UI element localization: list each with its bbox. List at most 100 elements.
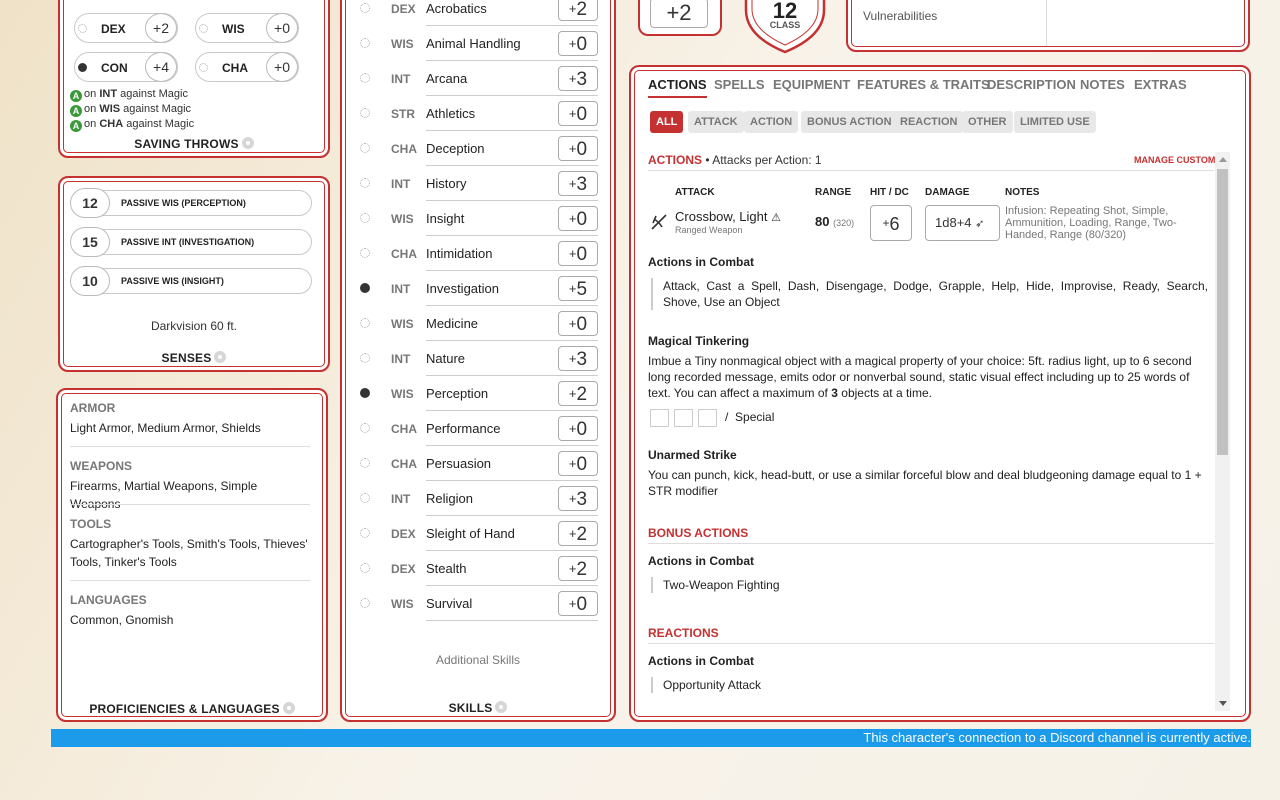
skill-value: 0 — [576, 419, 588, 440]
skill-modifier-box[interactable]: +0 — [558, 31, 598, 56]
skill-row-sleight-of-hand[interactable]: DEX Sleight of Hand +2 — [358, 516, 598, 551]
use-checkbox-2[interactable] — [674, 409, 693, 427]
unarmed-strike-heading[interactable]: Unarmed Strike — [648, 448, 737, 462]
skill-row-perception[interactable]: WIS Perception +2 — [358, 376, 598, 411]
hit-button[interactable]: +6 — [870, 205, 912, 241]
scroll-down-arrow[interactable] — [1219, 701, 1227, 706]
skill-ability: DEX — [391, 562, 416, 576]
save-dex[interactable]: DEX +2 — [74, 13, 178, 43]
skill-row-insight[interactable]: WIS Insight +0 — [358, 201, 598, 236]
uses-label: / Special — [725, 410, 774, 424]
filter-bonus-action[interactable]: BONUS ACTION — [801, 111, 898, 133]
skill-modifier-box[interactable]: +3 — [558, 486, 598, 511]
save-cha[interactable]: CHA +0 — [195, 52, 299, 82]
skill-name: Athletics — [426, 106, 476, 121]
save-dex-prof-dot — [78, 24, 87, 33]
skill-modifier-box[interactable]: +2 — [558, 0, 598, 21]
filter-all[interactable]: ALL — [650, 111, 684, 133]
saving-throws-title[interactable]: SAVING THROWS — [58, 137, 330, 151]
skill-modifier-box[interactable]: +0 — [558, 451, 598, 476]
tab-spells[interactable]: SPELLS — [714, 77, 765, 92]
proficiencies-title[interactable]: PROFICIENCIES & LANGUAGES — [56, 702, 328, 716]
skill-row-religion[interactable]: INT Religion +3 — [358, 481, 598, 516]
gear-icon[interactable] — [282, 702, 295, 714]
divider — [648, 543, 1214, 544]
skill-name: Intimidation — [426, 246, 493, 261]
skill-modifier-box[interactable]: +0 — [558, 416, 598, 441]
additional-skills-link[interactable]: Additional Skills — [340, 653, 616, 667]
skill-row-arcana[interactable]: INT Arcana +3 — [358, 61, 598, 96]
tab-description[interactable]: DESCRIPTION — [987, 77, 1076, 92]
skill-modifier-box[interactable]: +0 — [558, 206, 598, 231]
skill-row-stealth[interactable]: DEX Stealth +2 — [358, 551, 598, 586]
damage-button[interactable]: 1d8+4 ➶ — [925, 205, 1000, 241]
skill-proficiency-dot — [360, 528, 370, 538]
skill-row-survival[interactable]: WIS Survival +0 — [358, 586, 598, 621]
tab-equipment[interactable]: EQUIPMENT — [773, 77, 850, 92]
skills-title[interactable]: SKILLS — [340, 701, 616, 715]
skill-modifier-box[interactable]: +0 — [558, 136, 598, 161]
skill-modifier-box[interactable]: +2 — [558, 556, 598, 581]
use-checkbox-1[interactable] — [650, 409, 669, 427]
skill-modifier-box[interactable]: +0 — [558, 591, 598, 616]
skill-sign: + — [568, 281, 577, 296]
skill-row-medicine[interactable]: WIS Medicine +0 — [358, 306, 598, 341]
skill-row-persuasion[interactable]: CHA Persuasion +0 — [358, 446, 598, 481]
scroll-up-arrow[interactable] — [1219, 157, 1227, 162]
use-checkbox-3[interactable] — [698, 409, 717, 427]
skill-row-nature[interactable]: INT Nature +3 — [358, 341, 598, 376]
skill-row-deception[interactable]: CHA Deception +0 — [358, 131, 598, 166]
skill-modifier-box[interactable]: +2 — [558, 521, 598, 546]
armor-class-shield[interactable]: 12 CLASS — [744, 0, 826, 54]
skill-row-athletics[interactable]: STR Athletics +0 — [358, 96, 598, 131]
divider — [1046, 0, 1047, 46]
skill-modifier-box[interactable]: +0 — [558, 241, 598, 266]
bonus-action-item[interactable]: Two-Weapon Fighting — [651, 577, 1208, 593]
attack-row-crossbow[interactable]: Crossbow, Light ⚠ Ranged Weapon 80 (320)… — [648, 203, 1214, 245]
skill-modifier-box[interactable]: +3 — [558, 171, 598, 196]
save-wis[interactable]: WIS +0 — [195, 13, 299, 43]
skill-modifier-box[interactable]: +0 — [558, 101, 598, 126]
filter-attack[interactable]: ATTACK — [688, 111, 744, 133]
divider — [648, 643, 1214, 644]
skill-ability: CHA — [391, 142, 417, 156]
save-mod: +0 — [266, 13, 298, 43]
skill-name: Perception — [426, 386, 489, 401]
skill-value: 2 — [576, 384, 588, 405]
filter-other[interactable]: OTHER — [962, 111, 1013, 133]
skill-row-acrobatics[interactable]: DEX Acrobatics +2 — [358, 0, 598, 26]
skill-modifier-box[interactable]: +2 — [558, 381, 598, 406]
skill-modifier-box[interactable]: +3 — [558, 346, 598, 371]
skill-proficiency-dot — [360, 73, 370, 83]
save-con[interactable]: CON +4 — [74, 52, 178, 82]
skill-row-intimidation[interactable]: CHA Intimidation +0 — [358, 236, 598, 271]
senses-title[interactable]: SENSES — [58, 351, 330, 365]
tab-extras[interactable]: EXTRAS — [1134, 77, 1187, 92]
skill-sign: + — [568, 1, 577, 16]
skill-row-history[interactable]: INT History +3 — [358, 166, 598, 201]
reaction-item[interactable]: Opportunity Attack — [651, 677, 1208, 693]
skill-modifier-box[interactable]: +5 — [558, 276, 598, 301]
skill-value: 0 — [576, 244, 588, 265]
tab-notes[interactable]: NOTES — [1080, 77, 1125, 92]
skill-modifier-box[interactable]: +0 — [558, 311, 598, 336]
gear-icon[interactable] — [214, 351, 227, 363]
skill-modifier-box[interactable]: +3 — [558, 66, 598, 91]
manage-custom-link[interactable]: MANAGE CUSTOM — [1134, 155, 1215, 165]
initiative-box[interactable]: +2 — [638, 0, 722, 36]
scrollbar-thumb[interactable] — [1217, 169, 1228, 455]
tab-features-traits[interactable]: FEATURES & TRAITS — [857, 77, 990, 92]
tab-actions[interactable]: ACTIONS — [648, 77, 707, 98]
filter-reaction[interactable]: REACTION — [894, 111, 964, 133]
filter-action[interactable]: ACTION — [744, 111, 799, 133]
actions-scrollbar[interactable] — [1215, 152, 1230, 711]
skill-row-performance[interactable]: CHA Performance +0 — [358, 411, 598, 446]
gear-icon[interactable] — [241, 137, 254, 149]
skill-row-animal-handling[interactable]: WIS Animal Handling +0 — [358, 26, 598, 61]
defenses-panel: Vulnerabilities — [846, 0, 1250, 52]
gear-icon[interactable] — [495, 701, 508, 713]
filter-limited-use[interactable]: LIMITED USE — [1014, 111, 1096, 133]
skill-row-investigation[interactable]: INT Investigation +5 — [358, 271, 598, 306]
magical-tinkering-heading[interactable]: Magical Tinkering — [648, 334, 749, 348]
weapon-name: Crossbow, Light ⚠ — [675, 209, 781, 224]
